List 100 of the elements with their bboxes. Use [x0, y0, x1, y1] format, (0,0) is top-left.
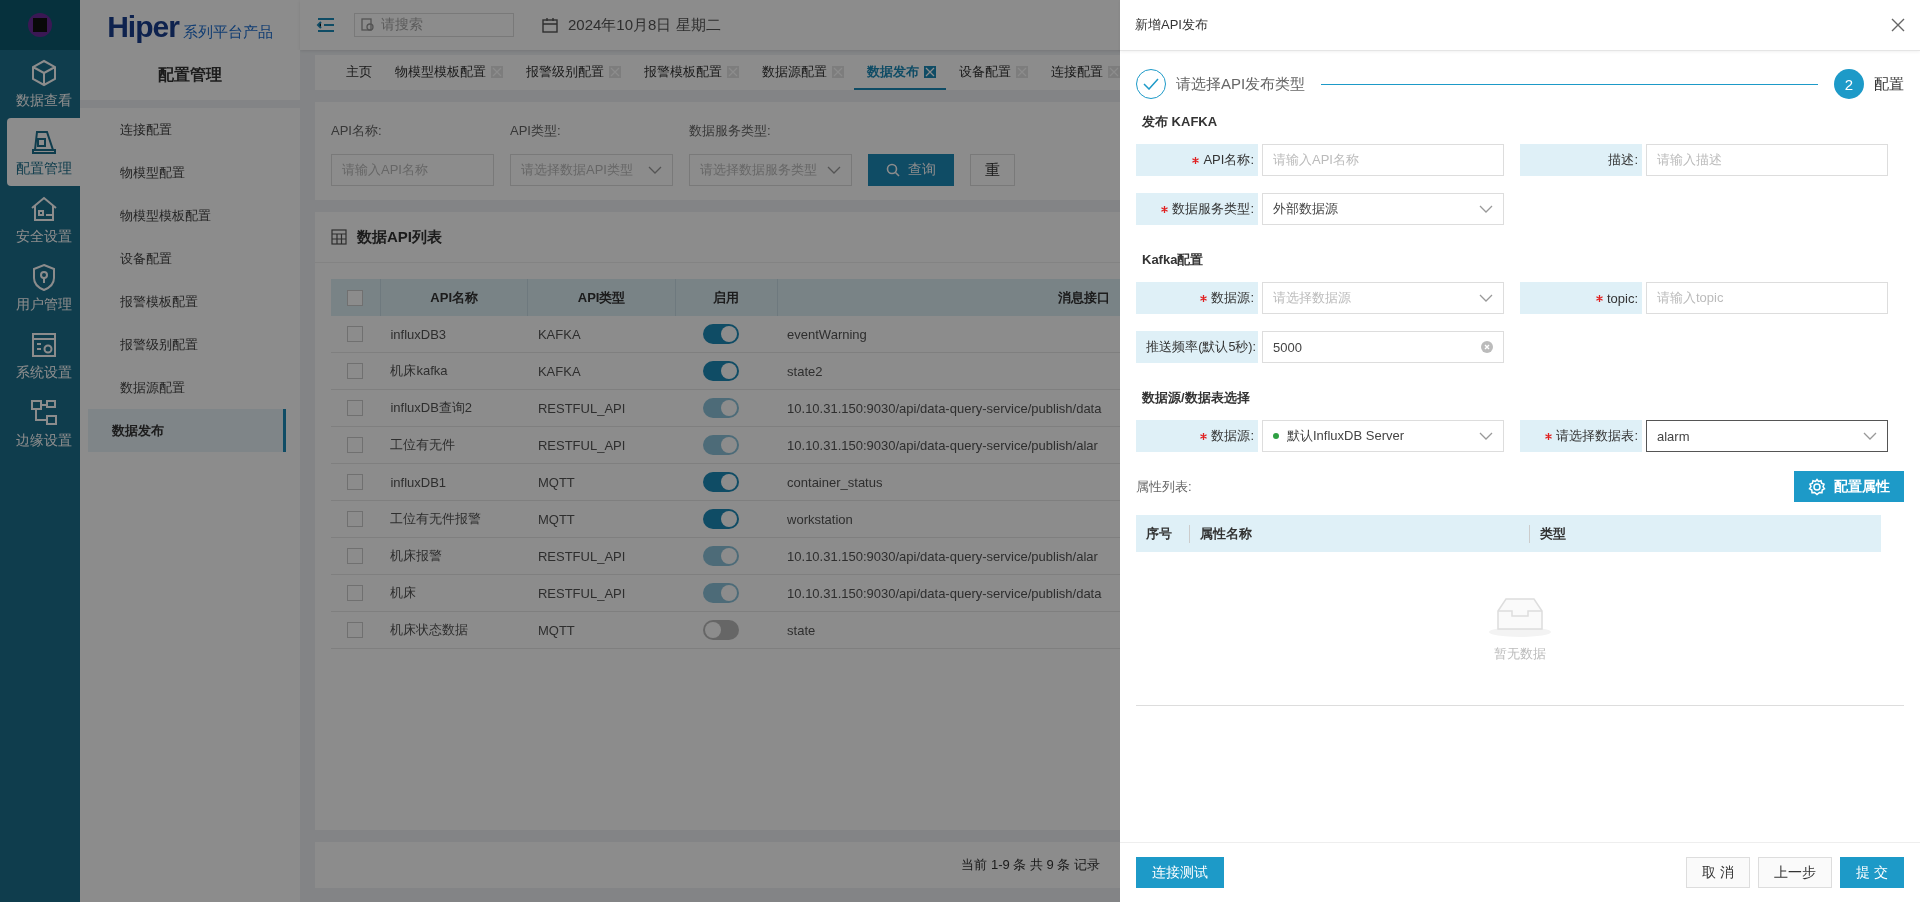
table-cell: influxDB1: [380, 463, 528, 501]
checkbox[interactable]: [347, 622, 364, 638]
select-field[interactable]: 默认InfluxDB Server: [1262, 420, 1504, 452]
nav-rail-item[interactable]: 配置管理: [7, 118, 80, 186]
table-icon: [331, 229, 347, 245]
field-label: 推送频率(默认5秒):: [1136, 331, 1258, 363]
table-cell: influxDB3: [380, 316, 528, 353]
required-mark-icon: [1161, 205, 1169, 213]
toggle-switch[interactable]: [703, 509, 740, 529]
table-cell: influxDB查询2: [380, 389, 528, 427]
select-field[interactable]: alarm: [1646, 420, 1888, 452]
nav-rail-item[interactable]: 边缘设置: [7, 390, 80, 458]
chevron-down-icon: [1479, 294, 1493, 302]
table-cell: MQTT: [527, 500, 676, 538]
table-cell: 工位有无件: [380, 426, 528, 464]
field-label: 数据服务类型:: [1136, 193, 1258, 225]
step-label: 配置: [1874, 74, 1904, 94]
required-mark-icon: [1200, 294, 1208, 302]
nav-rail-item[interactable]: 数据查看: [7, 50, 80, 118]
tab[interactable]: 报警模板配置: [631, 55, 749, 90]
toggle-switch[interactable]: [703, 324, 740, 344]
brand-name: Hiper: [107, 10, 179, 44]
cancel-button[interactable]: 取 消: [1686, 857, 1751, 888]
filter-label: API类型:: [510, 122, 562, 140]
required-mark-icon: [1200, 432, 1208, 440]
sidebar-item[interactable]: 设备配置: [88, 237, 286, 280]
toggle-switch[interactable]: [703, 620, 740, 640]
field-label: 数据源:: [1136, 420, 1258, 452]
toggle-switch[interactable]: [703, 472, 740, 492]
field-label: topic:: [1520, 282, 1642, 314]
checkbox[interactable]: [347, 326, 364, 342]
table-cell: MQTT: [527, 611, 676, 649]
section-title: 数据源/数据表选择: [1141, 389, 1251, 407]
sidebar-item[interactable]: 数据发布: [88, 409, 286, 452]
chevron-down-icon: [1863, 432, 1877, 440]
required-mark-icon: [1545, 432, 1553, 440]
pagination-summary: 当前 1-9 条 共 9 条 记录: [961, 856, 1100, 874]
list-title: 数据API列表: [357, 227, 442, 247]
search-icon: [886, 163, 900, 177]
select-field[interactable]: 外部数据源: [1262, 193, 1504, 225]
previous-button[interactable]: 上一步: [1758, 857, 1833, 888]
drawer-title: 新增API发布: [1135, 16, 1208, 34]
table-cell: 机床报警: [380, 537, 528, 575]
sidebar-item[interactable]: 报警级别配置: [88, 323, 286, 366]
checkbox[interactable]: [347, 363, 364, 379]
checkbox[interactable]: [347, 474, 364, 490]
nav-rail-item[interactable]: 用户管理: [7, 254, 80, 322]
chevron-down-icon: [827, 166, 841, 174]
tab[interactable]: 主页: [333, 55, 382, 90]
tab[interactable]: 报警级别配置: [513, 55, 631, 90]
table-cell: 机床状态数据: [380, 611, 528, 649]
settings-icon: [1808, 477, 1826, 496]
field-label: 请选择数据表:: [1520, 420, 1642, 452]
app-logo-icon: [28, 13, 52, 37]
column-header: 启用: [675, 279, 778, 316]
tab[interactable]: 物模型模板配置: [382, 55, 513, 90]
field-label: API名称:: [1136, 144, 1258, 176]
query-button[interactable]: 查询: [868, 154, 954, 186]
table-cell: RESTFUL_API: [527, 537, 676, 575]
filter-label: API名称:: [331, 122, 383, 140]
table-cell: RESTFUL_API: [527, 389, 676, 427]
sidebar-item[interactable]: 报警模板配置: [88, 280, 286, 323]
nav-rail-item[interactable]: 安全设置: [7, 186, 80, 254]
required-mark-icon: [1595, 294, 1603, 302]
table-cell: KAFKA: [527, 352, 676, 390]
reset-button[interactable]: 重: [970, 154, 1015, 186]
menu-icon[interactable]: [316, 18, 336, 32]
table-cell: 工位有无件报警: [380, 500, 528, 538]
nav-rail-item[interactable]: 系统设置: [7, 322, 80, 390]
table-cell: RESTFUL_API: [527, 426, 676, 464]
section-title: Kafka配置: [1141, 251, 1205, 269]
tab[interactable]: 数据发布: [854, 55, 946, 90]
empty-text: 暂无数据: [1494, 644, 1546, 663]
close-icon[interactable]: [1891, 18, 1905, 32]
nodes-icon: [28, 398, 59, 428]
column-header: 属性名称: [1189, 524, 1529, 543]
chevron-down-icon: [1479, 432, 1493, 440]
attributes-label: 属性列表:: [1136, 477, 1192, 496]
checkbox[interactable]: [347, 289, 364, 306]
sidebar-item[interactable]: 连接配置: [88, 108, 286, 151]
date-text: 2024年10月8日 星期二: [568, 15, 721, 35]
sidebar-item[interactable]: 物模型模板配置: [88, 194, 286, 237]
tab[interactable]: 数据源配置: [749, 55, 854, 90]
search-icon: [361, 18, 375, 32]
table-cell: 机床kafka: [380, 352, 528, 390]
sidebar-title: 配置管理: [80, 50, 300, 108]
connection-test-button[interactable]: 连接测试: [1136, 857, 1224, 888]
table-cell: 机床: [380, 574, 528, 612]
input-field[interactable]: 5000: [1262, 331, 1504, 363]
table-cell: MQTT: [527, 463, 676, 501]
toggle-switch[interactable]: [703, 361, 740, 381]
submit-button[interactable]: 提 交: [1840, 857, 1904, 888]
clear-icon[interactable]: [1481, 341, 1493, 353]
sidebar-item[interactable]: 物模型配置: [88, 151, 286, 194]
checkbox[interactable]: [347, 511, 364, 527]
step-label: 请选择API发布类型: [1176, 74, 1306, 94]
configure-attributes-button[interactable]: 配置属性: [1794, 471, 1904, 502]
calendar-icon: [542, 17, 558, 33]
tab[interactable]: 设备配置: [946, 55, 1038, 90]
sidebar-item[interactable]: 数据源配置: [88, 366, 286, 409]
